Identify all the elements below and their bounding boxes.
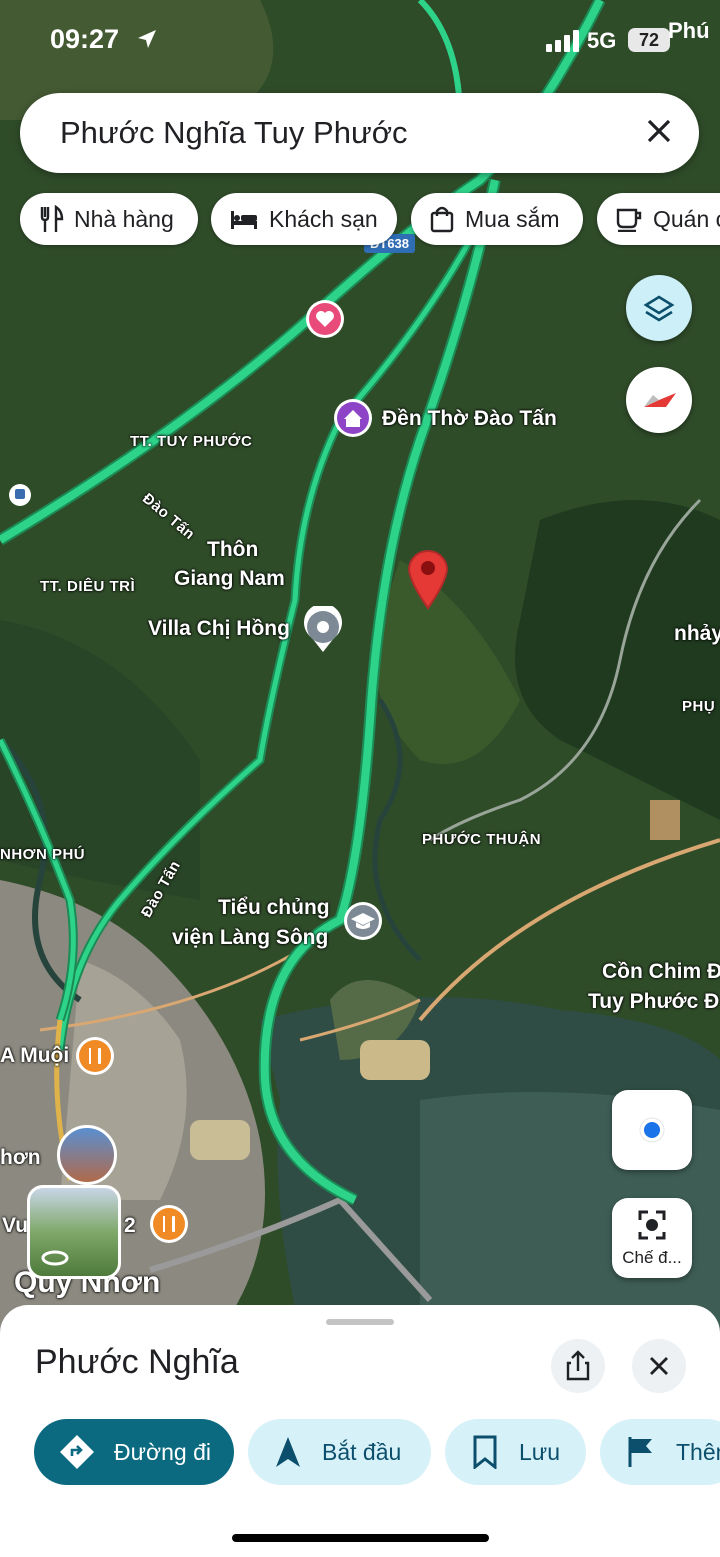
camera-lens-icon [638, 1210, 666, 1240]
layers-button[interactable] [626, 275, 692, 341]
bed-icon [231, 211, 257, 229]
start-button[interactable]: Bắt đầu [248, 1419, 431, 1485]
share-button[interactable] [551, 1339, 605, 1393]
flag-icon [628, 1437, 652, 1467]
map-label-con-chim-1[interactable]: Cồn Chim Đ [602, 960, 720, 984]
close-icon [650, 1357, 668, 1375]
chip-label: Mua sắm [465, 205, 560, 232]
map-label-two: 2 [124, 1214, 136, 1237]
chip-hotels[interactable]: Khách sạn [211, 193, 397, 245]
chip-shopping[interactable]: Mua sắm [411, 193, 583, 245]
compass-icon [644, 393, 676, 407]
start-label: Bắt đầu [322, 1438, 402, 1465]
search-bar[interactable]: Phước Nghĩa Tuy Phước [20, 93, 699, 173]
more-button[interactable]: Thêm [600, 1419, 720, 1485]
map-label-tieu-chung-1[interactable]: Tiểu chủng [218, 896, 330, 920]
network-type: 5G [587, 28, 617, 53]
location-services-icon [138, 30, 156, 48]
restaurant-poi-icon-2[interactable] [148, 1203, 190, 1245]
save-button[interactable]: Lưu [445, 1419, 586, 1485]
map-label-phuoc-thuan: PHƯỚC THUẬN [422, 831, 542, 848]
compass-button[interactable] [626, 367, 692, 433]
heart-poi-icon[interactable] [304, 298, 346, 340]
close-sheet-button[interactable] [632, 1339, 686, 1393]
layers-icon [643, 295, 675, 322]
battery-indicator: 72 [628, 28, 670, 52]
save-label: Lưu [519, 1438, 560, 1465]
share-icon [566, 1350, 590, 1381]
map-label-villa[interactable]: Villa Chị Hồng [148, 617, 290, 641]
map-label-nhon-phu: NHƠN PHÚ [0, 846, 86, 863]
chip-cafes[interactable]: Quán c [597, 193, 720, 245]
lens-label: Chế đ... [622, 1248, 682, 1267]
chip-label: Nhà hàng [74, 205, 174, 232]
landmark-poi-icon[interactable] [332, 397, 374, 439]
shopping-bag-icon [430, 206, 454, 233]
signal-bars-icon [546, 30, 579, 52]
clear-search-icon[interactable] [641, 113, 677, 149]
directions-label: Đường đi [114, 1438, 211, 1465]
corner-map-label: Phú [668, 18, 710, 43]
coffee-cup-icon [616, 208, 642, 232]
photo-thumbnail-tower[interactable] [57, 1125, 117, 1185]
map-label-giang-nam: Giang Nam [174, 567, 285, 590]
directions-icon [60, 1435, 94, 1469]
sheet-drag-handle[interactable] [326, 1319, 394, 1325]
map-label-nhon-left: hơn [0, 1146, 41, 1169]
map-label-tuy-phuoc: TT. TUY PHƯỚC [130, 433, 253, 450]
map-label-tieu-chung-2[interactable]: viện Làng Sông [172, 926, 328, 950]
more-label: Thêm [676, 1438, 720, 1465]
street-view-icon [41, 1250, 69, 1266]
place-poi-icon[interactable] [302, 606, 344, 654]
directions-button[interactable]: Đường đi [34, 1419, 234, 1485]
map-label-vu: Vu [2, 1214, 29, 1237]
map-label-a-muoi[interactable]: A Muội [0, 1044, 69, 1068]
category-chips: Nhà hàng Khách sạn Mua sắm Quán c [20, 193, 720, 249]
lens-button[interactable]: Chế đ... [612, 1198, 692, 1278]
map-label-dieu-tri: TT. DIÊU TRÌ [40, 578, 136, 595]
map-label-nhay: nhảy [674, 622, 720, 645]
search-query[interactable]: Phước Nghĩa Tuy Phước [60, 115, 408, 151]
train-station-icon[interactable] [8, 483, 32, 507]
map-label-den-tho[interactable]: Đền Thờ Đào Tấn [382, 407, 557, 431]
map-label-phu-right: PHỤ [682, 698, 716, 715]
status-bar: 09:27 5G 72 Phú [0, 0, 720, 80]
place-title: Phước Nghĩa [35, 1343, 239, 1381]
status-time: 09:27 [50, 24, 120, 54]
my-location-icon [639, 1117, 665, 1143]
fork-knife-icon [40, 205, 64, 232]
chip-restaurants[interactable]: Nhà hàng [20, 193, 198, 245]
restaurant-poi-icon[interactable] [74, 1035, 116, 1077]
map-label-thon: Thôn [207, 538, 259, 561]
chip-label: Khách sạn [269, 205, 378, 232]
place-bottom-sheet[interactable]: Phước Nghĩa Đường đi Bắt đầu Lưu Thêm [0, 1305, 720, 1557]
navigation-arrow-icon [276, 1437, 300, 1467]
map-label-con-chim-2[interactable]: Tuy Phước Đ [588, 990, 719, 1014]
school-poi-icon[interactable] [342, 900, 384, 942]
street-view-thumbnail[interactable] [27, 1185, 121, 1279]
my-location-button[interactable] [612, 1090, 692, 1170]
location-marker-icon[interactable] [405, 546, 451, 610]
bookmark-icon [473, 1435, 497, 1469]
home-indicator[interactable] [232, 1534, 489, 1542]
chip-label: Quán c [653, 205, 720, 232]
